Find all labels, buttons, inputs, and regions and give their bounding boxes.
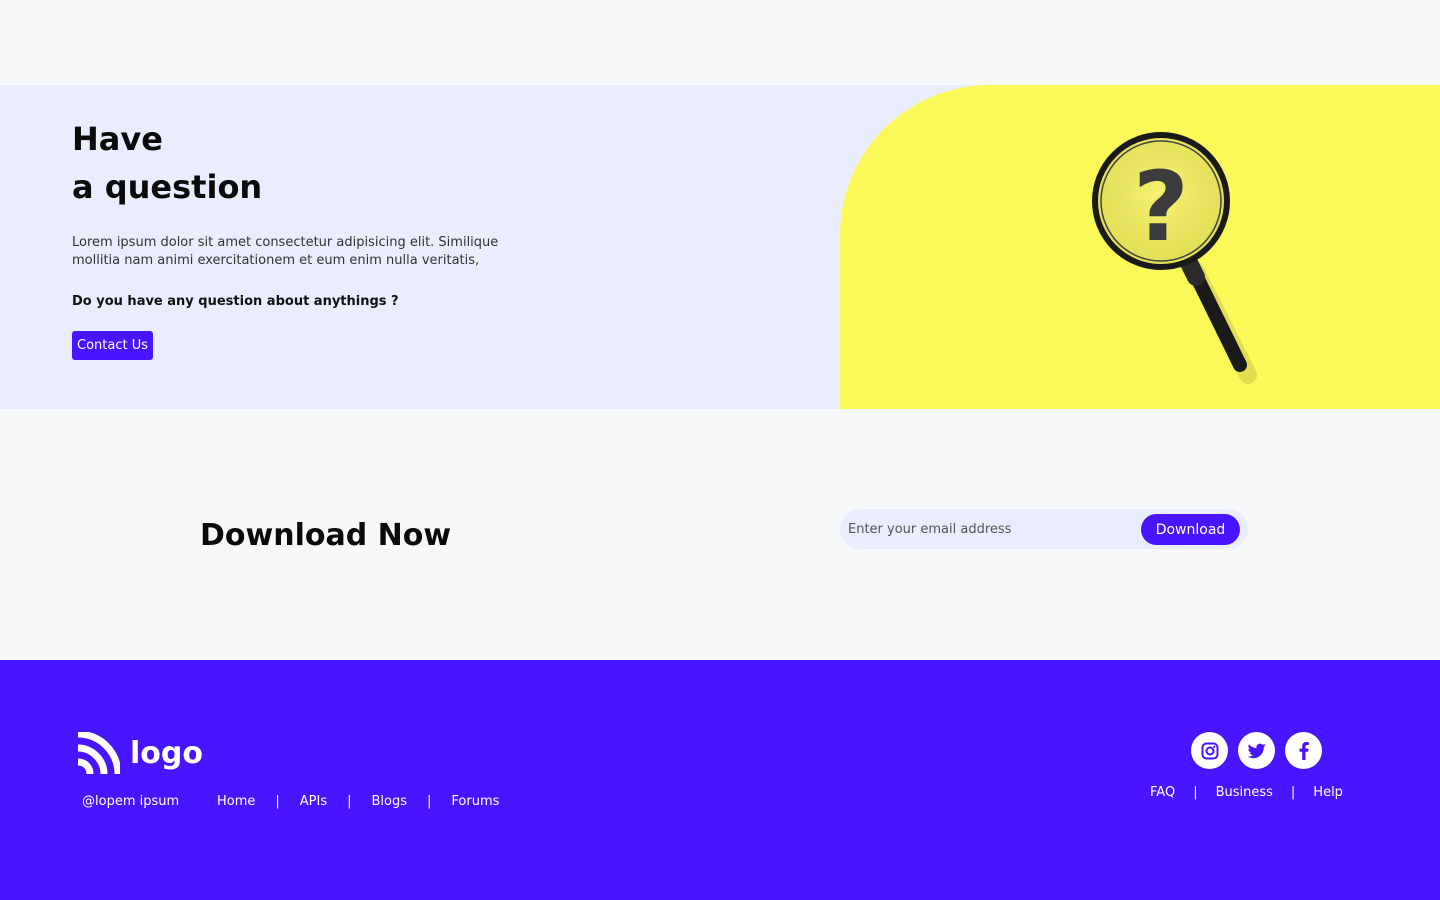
footer-link-help[interactable]: Help xyxy=(1313,785,1343,800)
email-form: Download xyxy=(840,509,1248,549)
logo-text: logo xyxy=(130,736,203,771)
footer-link-forums[interactable]: Forums xyxy=(451,794,499,809)
hero-image: ? xyxy=(840,85,1440,409)
download-section: Download Now Download xyxy=(0,409,1440,660)
magnifier-question-icon: ? xyxy=(1092,132,1257,384)
logo[interactable]: logo xyxy=(76,732,203,776)
download-title: Download Now xyxy=(200,516,451,556)
svg-text:?: ? xyxy=(1133,151,1189,263)
hero-question: Do you have any question about anythings… xyxy=(72,294,399,309)
footer-link-faq[interactable]: FAQ xyxy=(1150,785,1175,800)
top-spacer xyxy=(0,0,1440,85)
contact-us-button[interactable]: Contact Us xyxy=(72,331,153,360)
copyright: @lopem ipsum xyxy=(82,794,180,809)
social-links xyxy=(1191,732,1322,769)
nav-separator: | xyxy=(1290,785,1296,800)
footer-link-business[interactable]: Business xyxy=(1216,785,1273,800)
nav-separator: | xyxy=(347,794,352,809)
hero-section: Have a question Lorem ipsum dolor sit am… xyxy=(0,85,1440,409)
download-button[interactable]: Download xyxy=(1141,514,1240,545)
facebook-icon xyxy=(1299,741,1309,760)
nav-separator: | xyxy=(1193,785,1198,800)
hero-description: Lorem ipsum dolor sit amet consectetur a… xyxy=(72,235,499,268)
nav-separator: | xyxy=(275,794,280,809)
footer-link-apis[interactable]: APIs xyxy=(300,794,327,809)
download-title-bold: Download xyxy=(200,518,368,553)
email-input[interactable] xyxy=(848,517,1128,541)
footer-nav: Home | APIs | Blogs | Forums xyxy=(217,794,499,809)
instagram-button[interactable] xyxy=(1191,732,1228,769)
download-title-rest: Now xyxy=(377,518,452,553)
instagram-icon xyxy=(1201,742,1218,759)
footer: logo @lopem ipsum Home | APIs | Blogs | … xyxy=(0,660,1440,900)
nav-separator: | xyxy=(427,794,432,809)
facebook-button[interactable] xyxy=(1285,732,1322,769)
footer-right-nav: FAQ | Business | Help xyxy=(1150,785,1343,800)
hero-title-line1: Have xyxy=(72,120,163,158)
footer-link-home[interactable]: Home xyxy=(217,794,255,809)
hero-title-line2: a question xyxy=(72,168,263,206)
twitter-icon xyxy=(1247,743,1266,758)
rss-logo-icon xyxy=(77,732,120,775)
footer-link-blogs[interactable]: Blogs xyxy=(372,794,408,809)
hero-title: Have a question xyxy=(72,115,262,211)
twitter-button[interactable] xyxy=(1238,732,1275,769)
